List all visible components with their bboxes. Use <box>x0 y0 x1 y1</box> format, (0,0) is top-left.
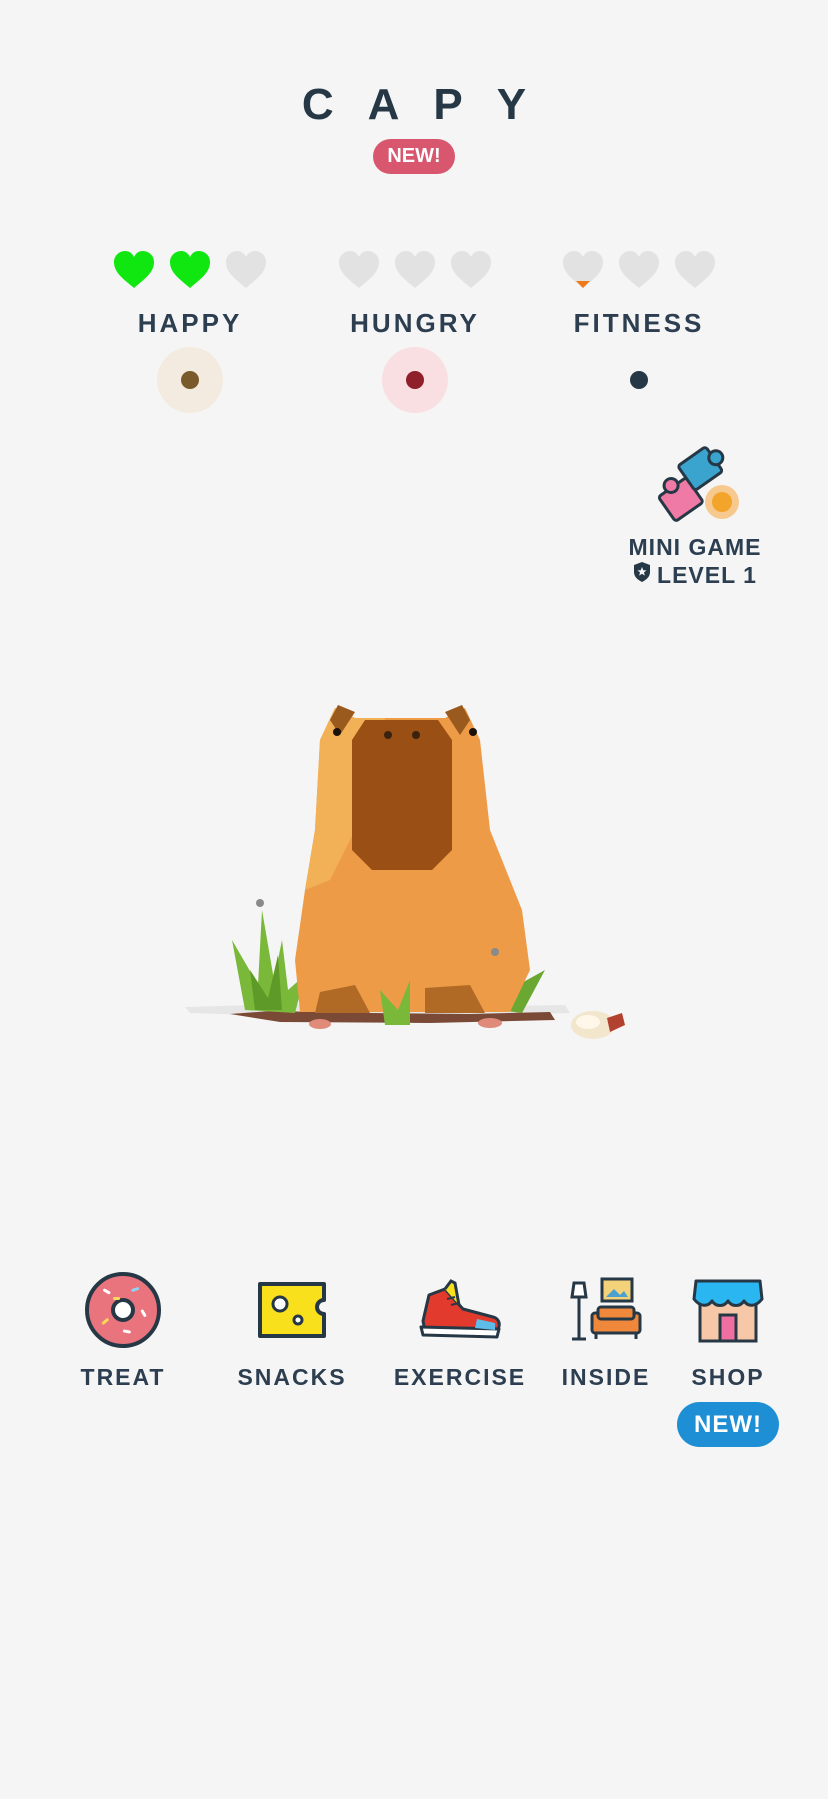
shop-button[interactable]: SHOP <box>658 1270 798 1391</box>
hungry-hearts <box>325 250 505 294</box>
living-room-icon <box>566 1270 646 1350</box>
donut-icon <box>83 1270 163 1350</box>
snacks-label: SNACKS <box>237 1364 347 1390</box>
happy-hearts <box>100 250 280 294</box>
heart-empty-icon <box>449 250 493 290</box>
minigame-label: MINI GAME <box>628 534 762 560</box>
sneaker-icon <box>415 1270 505 1350</box>
stat-label-hungry: HUNGRY <box>350 308 480 338</box>
heart-empty-icon <box>561 250 605 290</box>
treat-label: TREAT <box>80 1364 166 1390</box>
snacks-button[interactable]: SNACKS <box>222 1270 362 1391</box>
heart-empty-icon <box>224 250 268 290</box>
shop-new-badge: NEW! <box>677 1402 779 1447</box>
action-bar: TREAT SNACKS EXERCISE INSIDE SHOP <box>0 1270 828 1400</box>
puzzle-icon <box>640 440 750 530</box>
minigame-level-text: LEVEL 1 <box>657 561 757 588</box>
stat-label-fitness: FITNESS <box>573 308 705 338</box>
hungry-indicator[interactable] <box>382 347 448 413</box>
minigame-level: LEVEL 1 <box>610 561 780 589</box>
heart-empty-icon <box>337 250 381 290</box>
heart-empty-icon <box>617 250 661 290</box>
treat-button[interactable]: TREAT <box>53 1270 193 1391</box>
happy-indicator[interactable] <box>157 347 223 413</box>
stat-hungry: HUNGRY <box>325 250 505 413</box>
exercise-label: EXERCISE <box>393 1364 527 1390</box>
heart-empty-icon <box>393 250 437 290</box>
app-title: CAPY <box>301 80 561 129</box>
inside-button[interactable]: INSIDE <box>536 1270 676 1391</box>
shop-icon <box>688 1270 768 1350</box>
stat-label-happy: HAPPY <box>137 308 243 338</box>
fitness-hearts <box>549 250 729 294</box>
stat-happy: HAPPY <box>100 250 280 413</box>
shop-label: SHOP <box>691 1364 765 1390</box>
capybara-pet[interactable] <box>170 680 660 1060</box>
heart-filled-icon <box>112 250 156 290</box>
heart-empty-icon <box>673 250 717 290</box>
minigame-button[interactable]: MINI GAME LEVEL 1 <box>610 440 780 589</box>
inside-label: INSIDE <box>561 1364 651 1390</box>
heart-filled-icon <box>168 250 212 290</box>
fitness-dot <box>630 371 648 389</box>
hungry-dot <box>406 371 424 389</box>
cheese-icon <box>252 1270 332 1350</box>
fitness-indicator[interactable] <box>606 347 672 413</box>
exercise-button[interactable]: EXERCISE <box>390 1270 530 1391</box>
happy-dot <box>181 371 199 389</box>
stat-fitness: FITNESS <box>549 250 729 413</box>
new-badge: NEW! <box>373 139 455 174</box>
shield-icon <box>633 561 651 589</box>
